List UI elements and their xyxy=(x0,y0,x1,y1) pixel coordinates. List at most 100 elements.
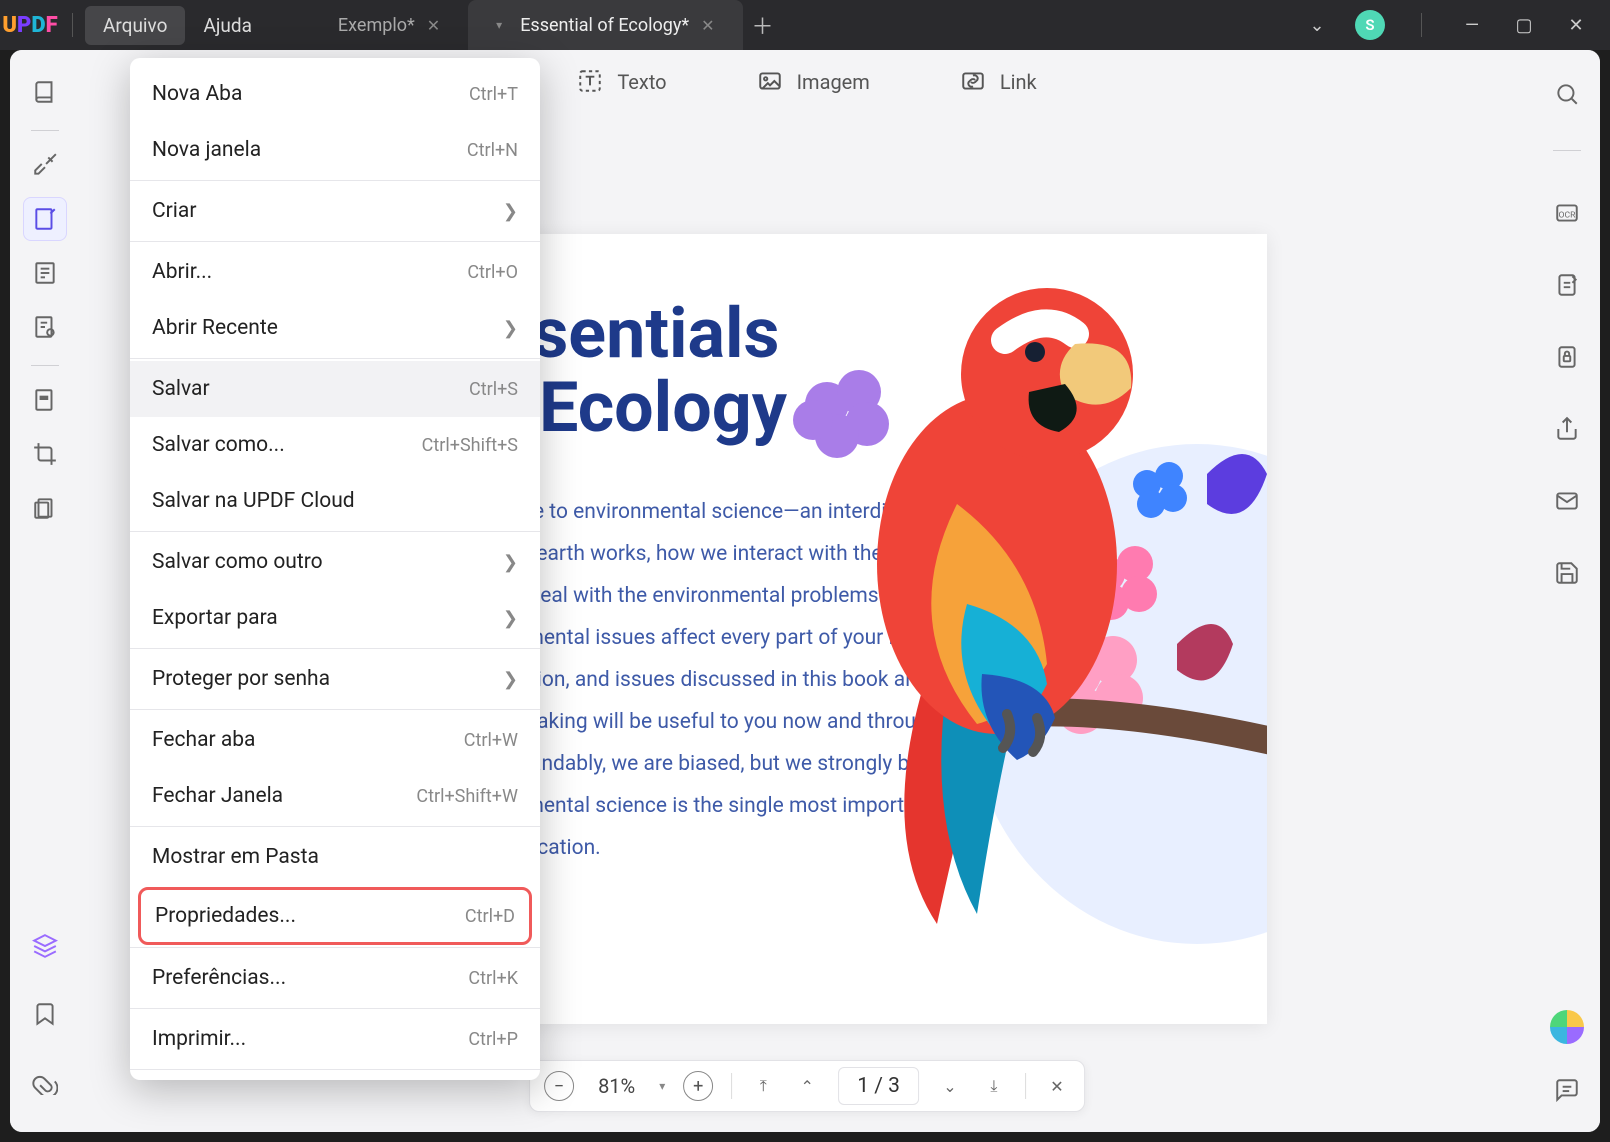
menu-show-in-folder[interactable]: Mostrar em Pasta xyxy=(130,829,540,885)
tab-label: Exemplo* xyxy=(338,15,415,36)
highlighter-icon[interactable] xyxy=(23,143,67,187)
mail-icon[interactable] xyxy=(1545,479,1589,523)
new-tab-button[interactable]: ＋ xyxy=(743,0,783,50)
ocr-icon[interactable]: OCR xyxy=(1545,191,1589,235)
menu-new-window[interactable]: Nova janelaCtrl+N xyxy=(130,122,540,178)
tool-label: Imagem xyxy=(797,70,870,94)
separator xyxy=(130,358,540,359)
separator xyxy=(31,130,59,131)
comment-icon[interactable] xyxy=(1545,1068,1589,1112)
separator xyxy=(72,13,73,37)
zoom-in-button[interactable]: + xyxy=(683,1071,713,1101)
chevron-right-icon: ❯ xyxy=(503,318,518,339)
close-icon[interactable]: ✕ xyxy=(427,16,440,35)
crop-icon[interactable] xyxy=(23,432,67,476)
separator xyxy=(130,531,540,532)
zoom-out-button[interactable]: − xyxy=(544,1071,574,1101)
maximize-button[interactable]: ▢ xyxy=(1510,15,1538,36)
menu-file[interactable]: Arquivo xyxy=(85,6,185,45)
menu-save-other[interactable]: Salvar como outro❯ xyxy=(130,534,540,590)
file-menu: Nova AbaCtrl+T Nova janelaCtrl+N Criar❯ … xyxy=(130,58,540,1080)
separator xyxy=(130,709,540,710)
chevron-down-icon[interactable]: ▾ xyxy=(496,18,502,32)
right-sidebar: OCR xyxy=(1534,50,1600,1132)
convert-icon[interactable] xyxy=(1545,263,1589,307)
menu-close-tab[interactable]: Fechar abaCtrl+W xyxy=(130,712,540,768)
next-page-icon[interactable]: ⌄ xyxy=(937,1077,963,1096)
tab-exemplo[interactable]: Exemplo* ✕ xyxy=(310,0,468,50)
menu-save[interactable]: SalvarCtrl+S xyxy=(130,361,540,417)
app-logo: UPDF xyxy=(0,0,60,50)
menu-protect[interactable]: Proteger por senha❯ xyxy=(130,651,540,707)
menu-preferences[interactable]: Preferências...Ctrl+K xyxy=(130,950,540,1006)
separator xyxy=(130,826,540,827)
minimize-button[interactable]: — xyxy=(1458,15,1486,36)
link-icon xyxy=(960,68,988,96)
separator xyxy=(130,648,540,649)
separator xyxy=(1025,1073,1026,1099)
close-icon[interactable]: ✕ xyxy=(701,16,714,35)
menu-print[interactable]: Imprimir...Ctrl+P xyxy=(130,1011,540,1067)
tool-text[interactable]: Texto xyxy=(577,68,666,96)
chevron-right-icon: ❯ xyxy=(503,552,518,573)
tool-link[interactable]: Link xyxy=(960,68,1037,96)
menu-properties[interactable]: Propriedades...Ctrl+D xyxy=(138,887,532,945)
separator xyxy=(130,241,540,242)
search-icon[interactable] xyxy=(1545,72,1589,116)
tool-label: Link xyxy=(1000,70,1037,94)
redact-icon[interactable] xyxy=(23,378,67,422)
parrot-illustration xyxy=(767,244,1267,964)
close-window-button[interactable]: ✕ xyxy=(1562,15,1590,36)
last-page-icon[interactable]: ⤓ xyxy=(981,1076,1007,1096)
first-page-icon[interactable]: ⤒ xyxy=(750,1076,776,1096)
separator xyxy=(31,365,59,366)
edit-page-icon[interactable] xyxy=(23,197,67,241)
tab-essential[interactable]: ▾ Essential of Ecology* ✕ xyxy=(468,0,742,50)
tabs: Exemplo* ✕ ▾ Essential of Ecology* ✕ ＋ xyxy=(310,0,783,50)
form-icon[interactable] xyxy=(23,305,67,349)
tool-label: Texto xyxy=(617,70,666,94)
protect-icon[interactable] xyxy=(1545,335,1589,379)
left-sidebar xyxy=(10,50,80,1132)
prev-page-icon[interactable]: ⌃ xyxy=(794,1077,820,1096)
chevron-down-icon[interactable]: ▾ xyxy=(659,1079,665,1093)
page-layout-icon[interactable] xyxy=(23,251,67,295)
chevron-down-icon[interactable]: ⌄ xyxy=(1303,15,1331,36)
chevron-right-icon: ❯ xyxy=(503,608,518,629)
separator xyxy=(130,1008,540,1009)
tab-label: Essential of Ecology* xyxy=(520,15,689,36)
window-controls: ⌄ S — ▢ ✕ xyxy=(1303,10,1610,40)
menu-help[interactable]: Ajuda xyxy=(185,6,269,45)
ai-assistant-icon[interactable] xyxy=(1550,1010,1584,1044)
separator xyxy=(130,180,540,181)
tool-image[interactable]: Imagem xyxy=(757,68,870,96)
menu-create[interactable]: Criar❯ xyxy=(130,183,540,239)
separator xyxy=(130,947,540,948)
attachment-icon[interactable] xyxy=(23,1060,67,1104)
pages-icon[interactable] xyxy=(23,486,67,530)
menu-close-window[interactable]: Fechar JanelaCtrl+Shift+W xyxy=(130,768,540,824)
image-icon xyxy=(757,68,785,96)
share-icon[interactable] xyxy=(1545,407,1589,451)
zoom-value[interactable]: 81% xyxy=(592,1074,641,1098)
chevron-right-icon: ❯ xyxy=(503,669,518,690)
page-indicator[interactable]: 1 / 3 xyxy=(838,1067,919,1105)
save-icon[interactable] xyxy=(1545,551,1589,595)
text-icon xyxy=(577,68,605,96)
menu-open[interactable]: Abrir...Ctrl+O xyxy=(130,244,540,300)
separator xyxy=(731,1073,732,1099)
close-controls-icon[interactable]: ✕ xyxy=(1044,1077,1070,1096)
separator xyxy=(130,1069,540,1070)
menu-export[interactable]: Exportar para❯ xyxy=(130,590,540,646)
svg-text:OCR: OCR xyxy=(1559,210,1577,220)
menu-open-recent[interactable]: Abrir Recente❯ xyxy=(130,300,540,356)
layers-icon[interactable] xyxy=(23,924,67,968)
menu-save-as[interactable]: Salvar como...Ctrl+Shift+S xyxy=(130,417,540,473)
menu-save-cloud[interactable]: Salvar na UPDF Cloud xyxy=(130,473,540,529)
page-controls: − 81% ▾ + ⤒ ⌃ 1 / 3 ⌄ ⤓ ✕ xyxy=(529,1060,1085,1112)
chevron-right-icon: ❯ xyxy=(503,201,518,222)
menu-new-tab[interactable]: Nova AbaCtrl+T xyxy=(130,66,540,122)
book-icon[interactable] xyxy=(23,70,67,114)
bookmark-icon[interactable] xyxy=(23,992,67,1036)
avatar[interactable]: S xyxy=(1355,10,1385,40)
